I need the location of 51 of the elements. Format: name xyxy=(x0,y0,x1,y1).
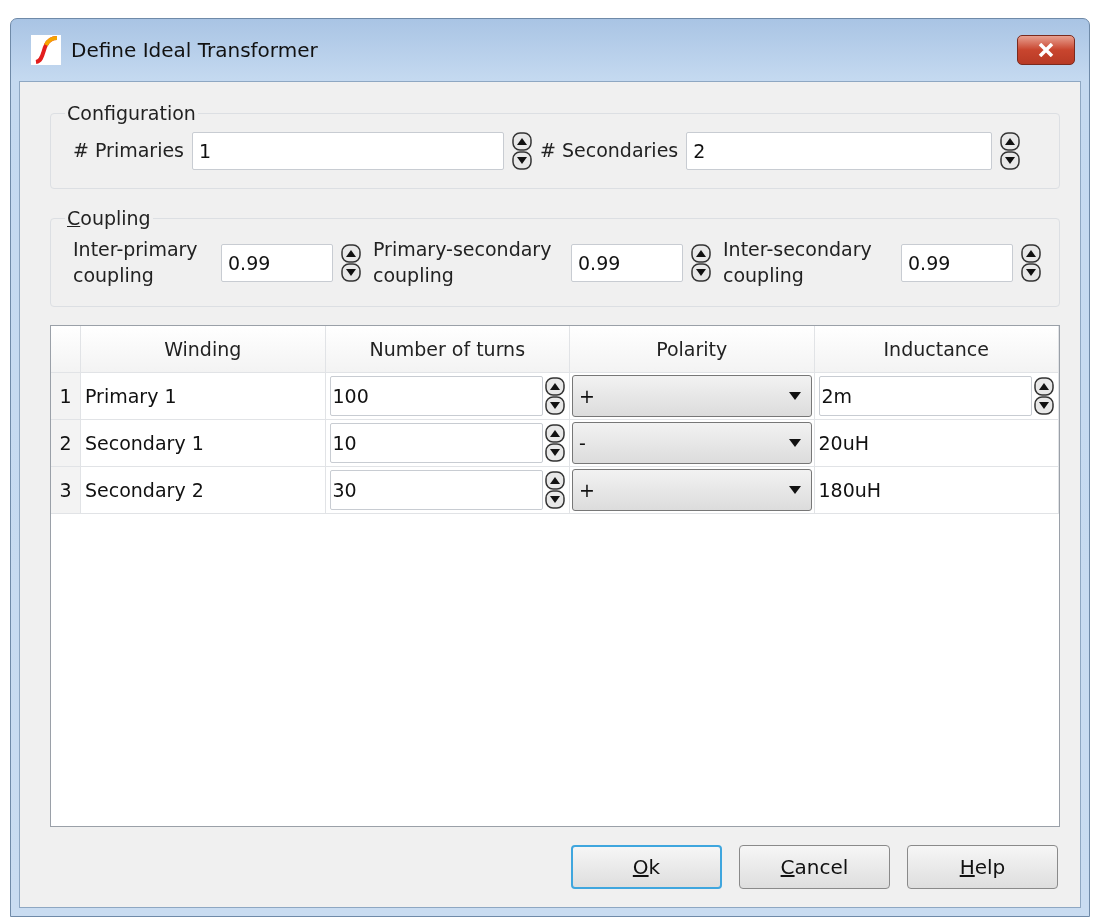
window-title: Define Ideal Transformer xyxy=(71,38,319,62)
dialog-button[interactable]: Cancel xyxy=(739,845,890,889)
table-cell: 20uH xyxy=(814,420,1059,468)
polarity-dropdown[interactable]: + xyxy=(572,469,812,512)
spin-arrows-icon[interactable] xyxy=(341,243,361,282)
spin-arrows-icon[interactable] xyxy=(545,471,565,510)
table-cell: Primary 1 xyxy=(81,373,326,421)
number-field[interactable]: 1 xyxy=(192,132,504,170)
table-cell: Secondary 2 xyxy=(81,467,326,515)
field-label: Inter-secondary coupling xyxy=(723,237,873,288)
corner-header xyxy=(51,326,81,374)
spin-arrows-icon[interactable] xyxy=(545,424,565,463)
number-field[interactable]: 0.99 xyxy=(221,243,333,282)
inductance-field[interactable]: 2m xyxy=(818,376,1032,417)
polarity-dropdown[interactable]: + xyxy=(572,375,812,418)
row-number: 1 xyxy=(51,373,81,421)
field-label: # Primaries xyxy=(73,138,184,164)
column-header: Winding xyxy=(81,326,326,374)
table-cell: 180uH xyxy=(814,467,1059,515)
group-title: Coupling xyxy=(66,207,152,229)
row-number: 3 xyxy=(51,467,81,515)
field-label: Inter-primary coupling xyxy=(73,237,199,288)
spin-arrows-icon[interactable] xyxy=(691,243,711,282)
spin-arrows-icon[interactable] xyxy=(512,132,532,170)
turns-field[interactable]: 10 xyxy=(329,423,543,464)
row-number: 2 xyxy=(51,420,81,468)
spin-arrows-icon[interactable] xyxy=(1021,243,1041,282)
spin-arrows-icon[interactable] xyxy=(1034,377,1054,416)
number-field[interactable]: 0.99 xyxy=(571,243,683,282)
dialog-button[interactable]: Help xyxy=(907,845,1058,889)
number-field[interactable]: 0.99 xyxy=(901,243,1013,282)
field-label: # Secondaries xyxy=(540,138,679,164)
dropdown-caret-icon xyxy=(788,486,801,495)
number-field[interactable]: 2 xyxy=(686,132,993,170)
spin-arrows-icon[interactable] xyxy=(1000,132,1021,170)
table-cell: Secondary 1 xyxy=(81,420,326,468)
close-icon xyxy=(1038,43,1054,57)
dropdown-caret-icon xyxy=(788,392,801,401)
dropdown-caret-icon xyxy=(788,439,801,448)
group-title: Configuration xyxy=(66,102,197,124)
spin-arrows-icon[interactable] xyxy=(545,377,565,416)
column-header: Inductance xyxy=(814,326,1059,374)
field-label: Primary-secondary coupling xyxy=(373,237,553,288)
column-header: Number of turns xyxy=(325,326,570,374)
turns-field[interactable]: 30 xyxy=(329,470,543,511)
polarity-dropdown[interactable]: - xyxy=(572,422,812,465)
turns-field[interactable]: 100 xyxy=(329,376,543,417)
close-button[interactable] xyxy=(1017,35,1075,65)
app-logo-icon xyxy=(31,35,61,65)
dialog-button[interactable]: Ok xyxy=(571,845,722,889)
column-header: Polarity xyxy=(570,326,815,374)
